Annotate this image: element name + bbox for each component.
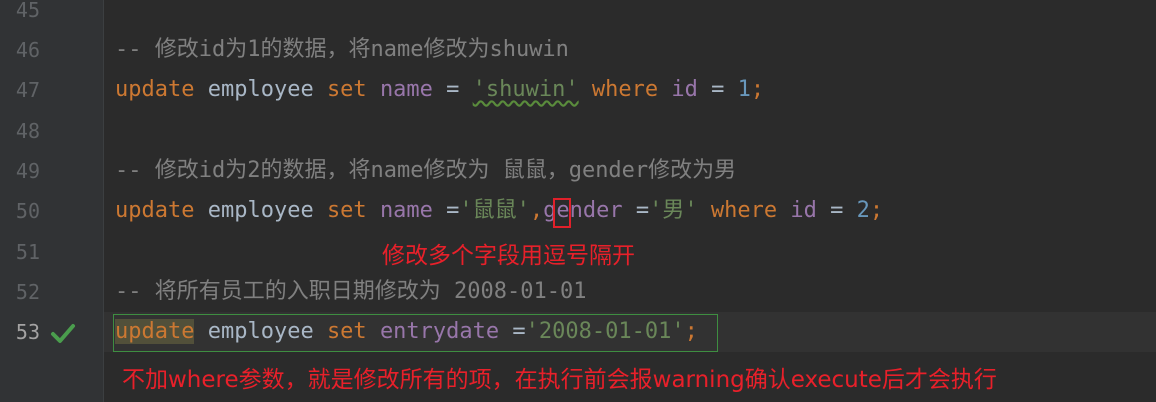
line-number[interactable]: 46 (0, 30, 40, 70)
code-comment-line-46[interactable]: -- 修改id为1的数据，将name修改为shuwin (115, 30, 569, 70)
comma-separator: , (529, 198, 544, 223)
string-literal: 'shuwin' (472, 77, 579, 102)
column-id: id (790, 198, 817, 223)
operator-eq: = (697, 77, 738, 102)
line-number[interactable]: 49 (0, 151, 40, 191)
string-literal: '鼠鼠' (459, 198, 530, 223)
keyword-set: set (326, 77, 367, 102)
checkmark-icon[interactable] (50, 321, 76, 345)
column-name: name (379, 77, 433, 102)
semicolon: ; (869, 198, 884, 223)
number-literal: 2 (856, 198, 870, 223)
table-name: employee (194, 77, 327, 102)
line-number[interactable]: 47 (0, 70, 40, 110)
semicolon: ; (750, 77, 765, 102)
line-number-current[interactable]: 53 (0, 312, 40, 352)
code-line-50[interactable]: update employee set name ='鼠鼠',gender ='… (115, 191, 883, 231)
line-number[interactable]: 45 (0, 0, 40, 30)
keyword-update: update (115, 198, 195, 223)
line-number[interactable]: 48 (0, 111, 40, 151)
operator-eq: = (432, 198, 460, 223)
column-name: name (379, 198, 433, 223)
code-line-47[interactable]: update employee set name = 'shuwin' wher… (115, 70, 764, 110)
operator-eq: = (432, 77, 473, 102)
comma-highlight-box (553, 198, 571, 228)
table-name: employee (194, 198, 327, 223)
line-number[interactable]: 52 (0, 272, 40, 312)
line-number[interactable]: 50 (0, 191, 40, 231)
column-id: id (671, 77, 698, 102)
keyword-where: where (710, 198, 778, 223)
code-comment-line-49[interactable]: -- 修改id为2的数据，将name修改为 鼠鼠，gender修改为男 (115, 151, 736, 191)
operator-eq: = (622, 198, 650, 223)
keyword-set: set (326, 198, 367, 223)
annotation-where-note: 不加where参数，就是修改所有的项，在执行前会报warning确认execut… (122, 367, 997, 393)
code-comment-line-52[interactable]: -- 将所有员工的入职日期修改为 2008-01-01 (115, 272, 586, 312)
statement-highlight-box (113, 314, 718, 352)
keyword-update: update (115, 77, 195, 102)
annotation-comma-note: 修改多个字段用逗号隔开 (382, 243, 635, 269)
keyword-where: where (591, 77, 659, 102)
operator-eq: = (816, 198, 857, 223)
line-number[interactable]: 51 (0, 232, 40, 272)
string-literal: '男' (649, 198, 698, 223)
number-literal: 1 (737, 77, 751, 102)
